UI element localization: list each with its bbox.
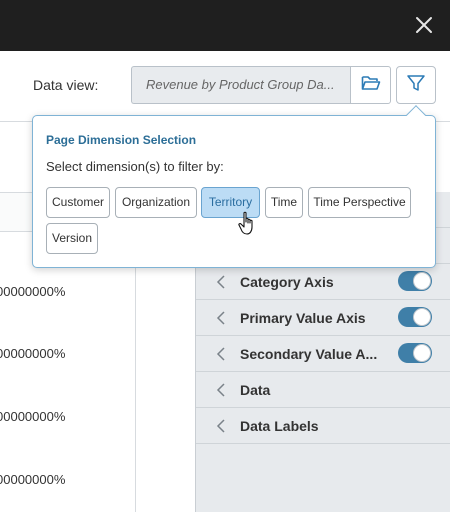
table-cell: 00000000% (0, 284, 66, 299)
data-view-input[interactable]: Revenue by Product Group Da... (131, 66, 351, 104)
chevron-left-icon (216, 417, 226, 435)
hand-cursor-icon (238, 211, 258, 237)
data-view-label: Data view: (33, 77, 99, 93)
chip-organization[interactable]: Organization (115, 187, 197, 218)
table-cell: 00000000% (0, 409, 66, 424)
chip-version[interactable]: Version (46, 223, 98, 254)
popover-subtitle: Select dimension(s) to filter by: (46, 159, 224, 174)
browse-data-view-button[interactable] (350, 66, 391, 104)
section-data-labels[interactable]: Data Labels (196, 408, 450, 444)
table-cell: 00000000% (0, 472, 66, 487)
section-secondary-value-axis[interactable]: Secondary Value A... (196, 336, 450, 372)
secondary-value-axis-toggle[interactable] (398, 343, 432, 363)
dialog-header (0, 0, 450, 51)
section-label: Secondary Value A... (240, 346, 378, 362)
chip-time[interactable]: Time (265, 187, 303, 218)
toggle-knob (413, 344, 431, 362)
section-data[interactable]: Data (196, 372, 450, 408)
toggle-knob (413, 272, 431, 290)
page-dimension-popover: Page Dimension Selection Select dimensio… (32, 105, 436, 268)
chevron-left-icon (216, 345, 226, 363)
section-label: Data (240, 382, 271, 398)
section-label: Primary Value Axis (240, 310, 366, 326)
chevron-left-icon (216, 309, 226, 327)
section-label: Data Labels (240, 418, 319, 434)
chevron-left-icon (216, 381, 226, 399)
chip-time-perspective[interactable]: Time Perspective (308, 187, 411, 218)
primary-value-axis-toggle[interactable] (398, 307, 432, 327)
popover-title: Page Dimension Selection (46, 133, 197, 147)
data-view-row: Data view: Revenue by Product Group Da..… (0, 51, 450, 121)
table-cell: 00000000% (0, 346, 66, 361)
section-category-axis[interactable]: Category Axis (196, 264, 450, 300)
section-primary-value-axis[interactable]: Primary Value Axis (196, 300, 450, 336)
filter-button[interactable] (396, 66, 436, 104)
folder-open-icon (361, 74, 381, 97)
filter-icon (406, 73, 426, 98)
chip-customer[interactable]: Customer (46, 187, 110, 218)
close-icon[interactable] (412, 13, 436, 37)
toggle-knob (413, 308, 431, 326)
category-axis-toggle[interactable] (398, 271, 432, 291)
chevron-left-icon (216, 273, 226, 291)
section-label: Category Axis (240, 274, 334, 290)
